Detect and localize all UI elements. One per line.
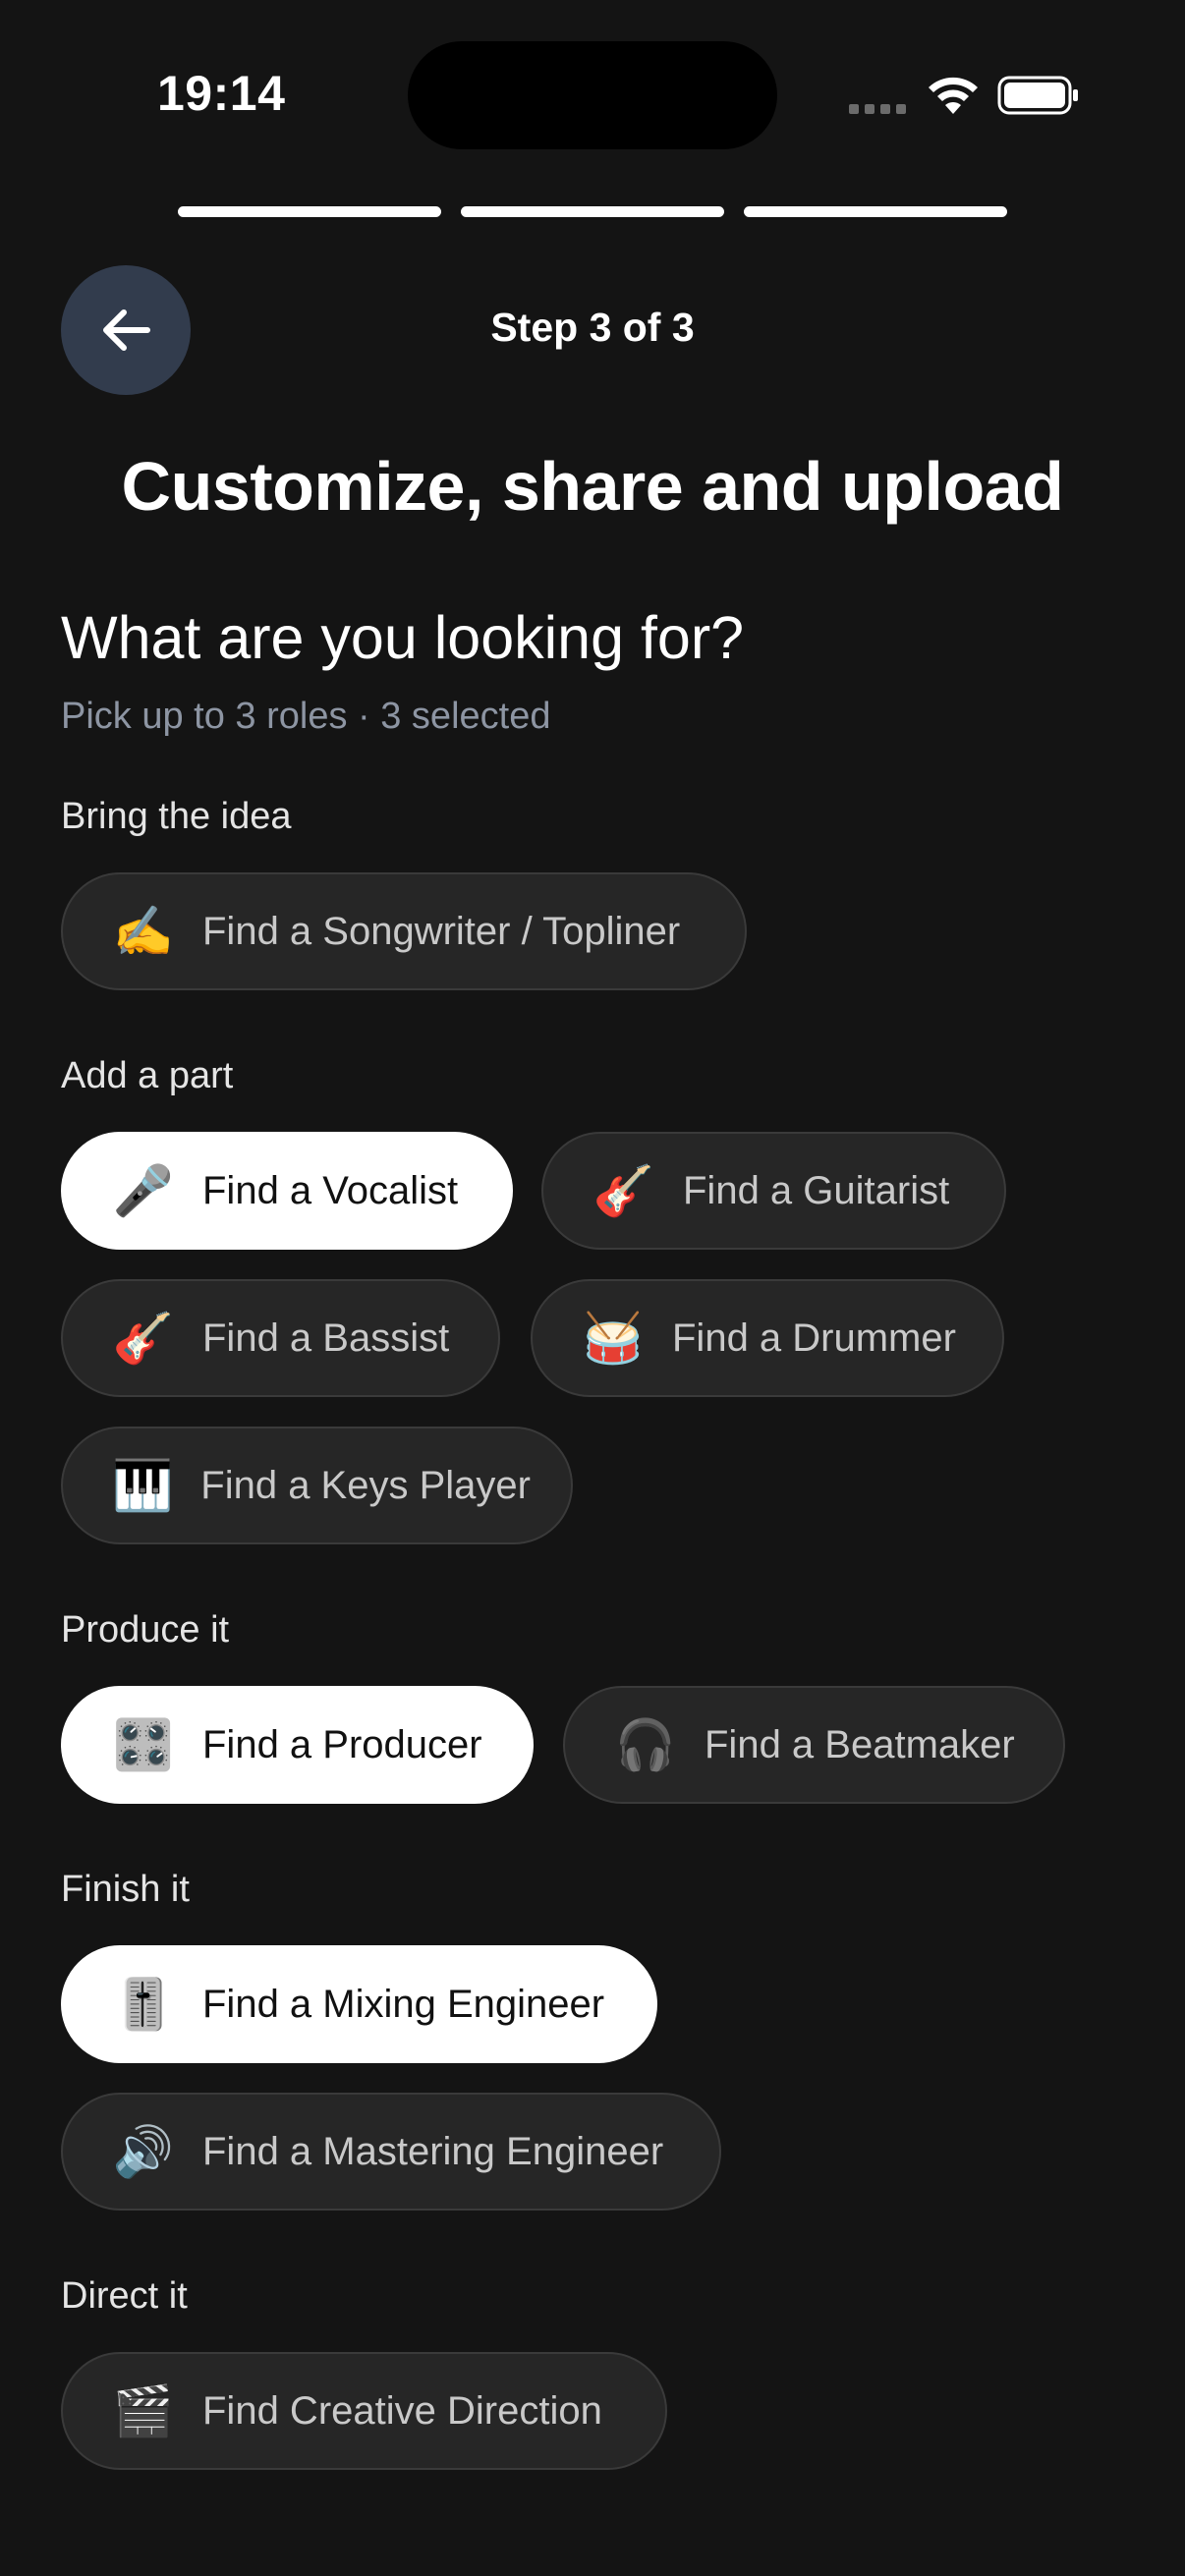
- battery-icon: [997, 76, 1078, 115]
- level-slider-icon: 🎚️: [112, 1977, 175, 2032]
- section-label-bring-the-idea: Bring the idea: [61, 796, 292, 837]
- role-chip-drummer[interactable]: 🥁 Find a Drummer: [531, 1279, 1004, 1397]
- microphone-icon: 🎤: [112, 1163, 175, 1218]
- section-label-direct-it: Direct it: [61, 2275, 188, 2317]
- role-chip-producer[interactable]: 🎛️ Find a Producer: [61, 1686, 534, 1804]
- role-chip-songwriter[interactable]: ✍️ Find a Songwriter / Topliner: [61, 872, 747, 990]
- guitar-icon: 🎸: [592, 1163, 655, 1218]
- page-title: Customize, share and upload: [121, 448, 1064, 525]
- role-chip-label: Find a Mixing Engineer: [202, 1982, 605, 2026]
- role-chip-mixing-engineer[interactable]: 🎚️ Find a Mixing Engineer: [61, 1945, 657, 2063]
- question-heading: What are you looking for?: [61, 604, 745, 671]
- section-label-add-a-part: Add a part: [61, 1055, 234, 1096]
- step-progress-bar: [178, 206, 1007, 217]
- role-chip-creative-direction[interactable]: 🎬 Find Creative Direction: [61, 2352, 667, 2470]
- speaker-icon: 🔊: [112, 2124, 175, 2179]
- step-indicator: Step 3 of 3: [490, 305, 695, 350]
- drum-icon: 🥁: [582, 1311, 645, 1366]
- guitar-icon: 🎸: [112, 1311, 175, 1366]
- section-label-finish-it: Finish it: [61, 1869, 190, 1910]
- writing-hand-icon: ✍️: [112, 904, 175, 959]
- progress-segment: [178, 206, 441, 217]
- screen: 19:14 Step 3 of 3 Customize, share and u…: [0, 0, 1185, 2576]
- role-chip-label: Find a Guitarist: [683, 1168, 950, 1212]
- role-chip-label: Find a Beatmaker: [705, 1722, 1015, 1766]
- role-chip-beatmaker[interactable]: 🎧 Find a Beatmaker: [563, 1686, 1065, 1804]
- progress-segment: [744, 206, 1007, 217]
- dynamic-island: [408, 41, 777, 149]
- section-label-produce-it: Produce it: [61, 1609, 230, 1651]
- clapper-board-icon: 🎬: [112, 2383, 175, 2438]
- selection-hint: Pick up to 3 roles · 3 selected: [61, 696, 551, 737]
- role-chip-label: Find a Bassist: [202, 1316, 450, 1360]
- role-chip-label: Find a Vocalist: [202, 1168, 459, 1212]
- role-chip-guitarist[interactable]: 🎸 Find a Guitarist: [541, 1132, 1006, 1250]
- role-chip-label: Find a Songwriter / Topliner: [202, 909, 681, 953]
- progress-segment: [461, 206, 724, 217]
- status-time: 19:14: [157, 66, 286, 121]
- role-chip-label: Find a Keys Player: [200, 1463, 531, 1507]
- role-chip-vocalist[interactable]: 🎤 Find a Vocalist: [61, 1132, 513, 1250]
- role-chip-label: Find a Mastering Engineer: [202, 2129, 664, 2173]
- role-chip-label: Find Creative Direction: [202, 2388, 602, 2433]
- headphones-icon: 🎧: [614, 1717, 677, 1772]
- cellular-signal-icon: [849, 104, 906, 114]
- wifi-icon: [929, 77, 978, 114]
- role-chip-mastering-engineer[interactable]: 🔊 Find a Mastering Engineer: [61, 2093, 721, 2211]
- role-chip-label: Find a Drummer: [672, 1316, 956, 1360]
- control-knobs-icon: 🎛️: [112, 1717, 175, 1772]
- role-chip-bassist[interactable]: 🎸 Find a Bassist: [61, 1279, 500, 1397]
- role-chip-keys-player[interactable]: 🎹 Find a Keys Player: [61, 1427, 573, 1544]
- piano-keys-icon: 🎹: [112, 1458, 174, 1513]
- role-chip-label: Find a Producer: [202, 1722, 482, 1766]
